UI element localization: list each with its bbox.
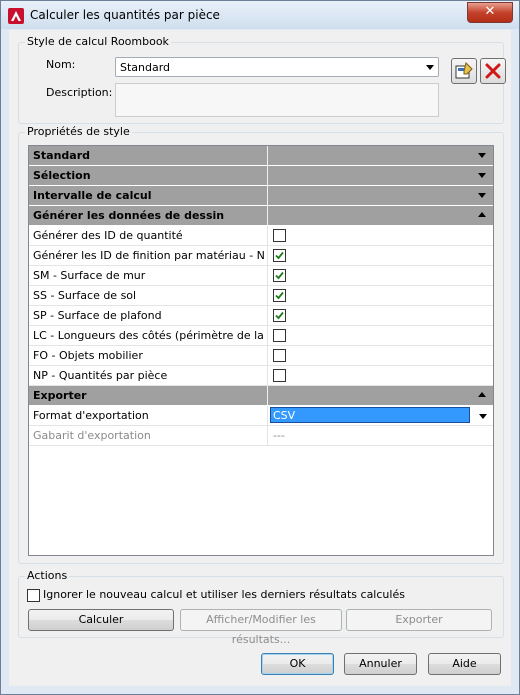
expand-chevron-icon[interactable] (478, 193, 486, 198)
close-icon: ✕ (484, 4, 496, 19)
calculate-button[interactable]: Calculer (28, 609, 174, 631)
style-name-value: Standard (120, 61, 171, 74)
window-title: Calculer les quantités par pièce (30, 8, 220, 22)
export-format-select[interactable]: CSV (270, 407, 470, 423)
category-row-selection[interactable]: Sélection (29, 166, 493, 186)
property-label: Générer des ID de quantité (33, 229, 183, 242)
ok-button[interactable]: OK (261, 653, 334, 675)
property-row[interactable]: LC - Longueurs des côtés (périmètre de l… (29, 326, 493, 346)
property-checkbox[interactable] (273, 329, 286, 342)
help-button[interactable]: Aide (428, 653, 501, 675)
actions-group: Actions Ignorer le nouveau calcul et uti… (18, 569, 504, 646)
category-label: Exporter (33, 389, 87, 402)
property-row[interactable]: NP - Quantités par pièce (29, 366, 493, 386)
ignore-recalc-checkbox[interactable] (27, 589, 40, 602)
property-row[interactable]: SP - Surface de plafond (29, 306, 493, 326)
property-label: SP - Surface de plafond (33, 309, 162, 322)
property-label: SS - Surface de sol (33, 289, 137, 302)
delete-icon (485, 63, 501, 79)
property-row[interactable]: FO - Objets mobilier (29, 346, 493, 366)
export-format-value: CSV (273, 409, 296, 422)
close-button[interactable]: ✕ (467, 2, 513, 23)
export-button-label: Exporter (395, 613, 443, 626)
edit-style-button[interactable] (451, 58, 477, 84)
property-checkbox[interactable] (273, 349, 286, 362)
style-group: Style de calcul Roombook Nom: Standard D… (18, 35, 506, 124)
expand-chevron-icon[interactable] (478, 173, 486, 178)
category-row-drawing-data[interactable]: Générer les données de dessin (29, 206, 493, 226)
property-label: FO - Objets mobilier (33, 349, 143, 362)
property-label: NP - Quantités par pièce (33, 369, 168, 382)
ok-button-label: OK (289, 657, 306, 670)
cancel-button[interactable]: Annuler (344, 653, 417, 675)
properties-group-legend: Propriétés de style (25, 125, 132, 138)
category-label: Sélection (33, 169, 91, 182)
autocad-app-icon (8, 8, 24, 24)
checkmark-icon (275, 311, 284, 320)
property-label: Générer les ID de finition par matériau … (33, 249, 265, 262)
chevron-down-icon[interactable] (479, 414, 487, 419)
property-row-export-format[interactable]: Format d'exportation CSV (29, 406, 493, 426)
property-row[interactable]: SS - Surface de sol (29, 286, 493, 306)
description-label: Description: (46, 86, 113, 99)
property-label: Format d'exportation (33, 409, 149, 422)
checkmark-icon (275, 251, 284, 260)
property-checkbox[interactable] (273, 269, 286, 282)
delete-style-button[interactable] (480, 58, 506, 84)
property-row-export-template: Gabarit d'exportation --- (29, 426, 493, 446)
dialog-window: Calculer les quantités par pièce ✕ Style… (0, 0, 520, 695)
export-button[interactable]: Exporter (346, 609, 492, 631)
style-name-select[interactable]: Standard (115, 57, 439, 77)
property-row[interactable]: Générer des ID de quantité (29, 226, 493, 246)
category-label: Standard (33, 149, 91, 162)
category-row-export[interactable]: Exporter (29, 386, 493, 406)
collapse-chevron-icon[interactable] (478, 392, 486, 397)
collapse-chevron-icon[interactable] (478, 212, 486, 217)
property-checkbox[interactable] (273, 369, 286, 382)
property-row[interactable]: Générer les ID de finition par matériau … (29, 246, 493, 266)
category-row-interval[interactable]: Intervalle de calcul (29, 186, 493, 206)
cancel-button-label: Annuler (359, 657, 402, 670)
property-grid[interactable]: Standard Sélection Intervalle de calcul … (28, 145, 494, 556)
category-label: Intervalle de calcul (33, 189, 152, 202)
expand-chevron-icon[interactable] (478, 153, 486, 158)
view-results-button-label: Afficher/Modifier les résultats... (206, 613, 316, 646)
property-row[interactable]: SM - Surface de mur (29, 266, 493, 286)
description-field[interactable] (115, 83, 439, 117)
edit-style-icon (455, 62, 473, 79)
title-bar[interactable]: Calculer les quantités par pièce ✕ (1, 1, 519, 29)
style-group-legend: Style de calcul Roombook (25, 35, 171, 48)
help-button-label: Aide (452, 657, 477, 670)
checkmark-icon (275, 291, 284, 300)
category-row-standard[interactable]: Standard (29, 146, 493, 166)
property-checkbox[interactable] (273, 249, 286, 262)
checkmark-icon (275, 271, 284, 280)
property-checkbox[interactable] (273, 309, 286, 322)
property-checkbox[interactable] (273, 289, 286, 302)
property-value: --- (273, 429, 285, 442)
dialog-body: Style de calcul Roombook Nom: Standard D… (9, 30, 511, 686)
ignore-recalc-label[interactable]: Ignorer le nouveau calcul et utiliser le… (43, 588, 405, 601)
chevron-down-icon (426, 65, 434, 70)
property-label: SM - Surface de mur (33, 269, 146, 282)
property-label: LC - Longueurs des côtés (périmètre de l… (33, 329, 265, 342)
name-label: Nom: (46, 58, 76, 71)
category-label: Générer les données de dessin (33, 209, 225, 222)
view-results-button[interactable]: Afficher/Modifier les résultats... (180, 609, 342, 646)
calculate-button-label: Calculer (78, 613, 124, 626)
property-checkbox[interactable] (273, 229, 286, 242)
property-label: Gabarit d'exportation (33, 429, 151, 442)
actions-group-legend: Actions (25, 569, 70, 582)
